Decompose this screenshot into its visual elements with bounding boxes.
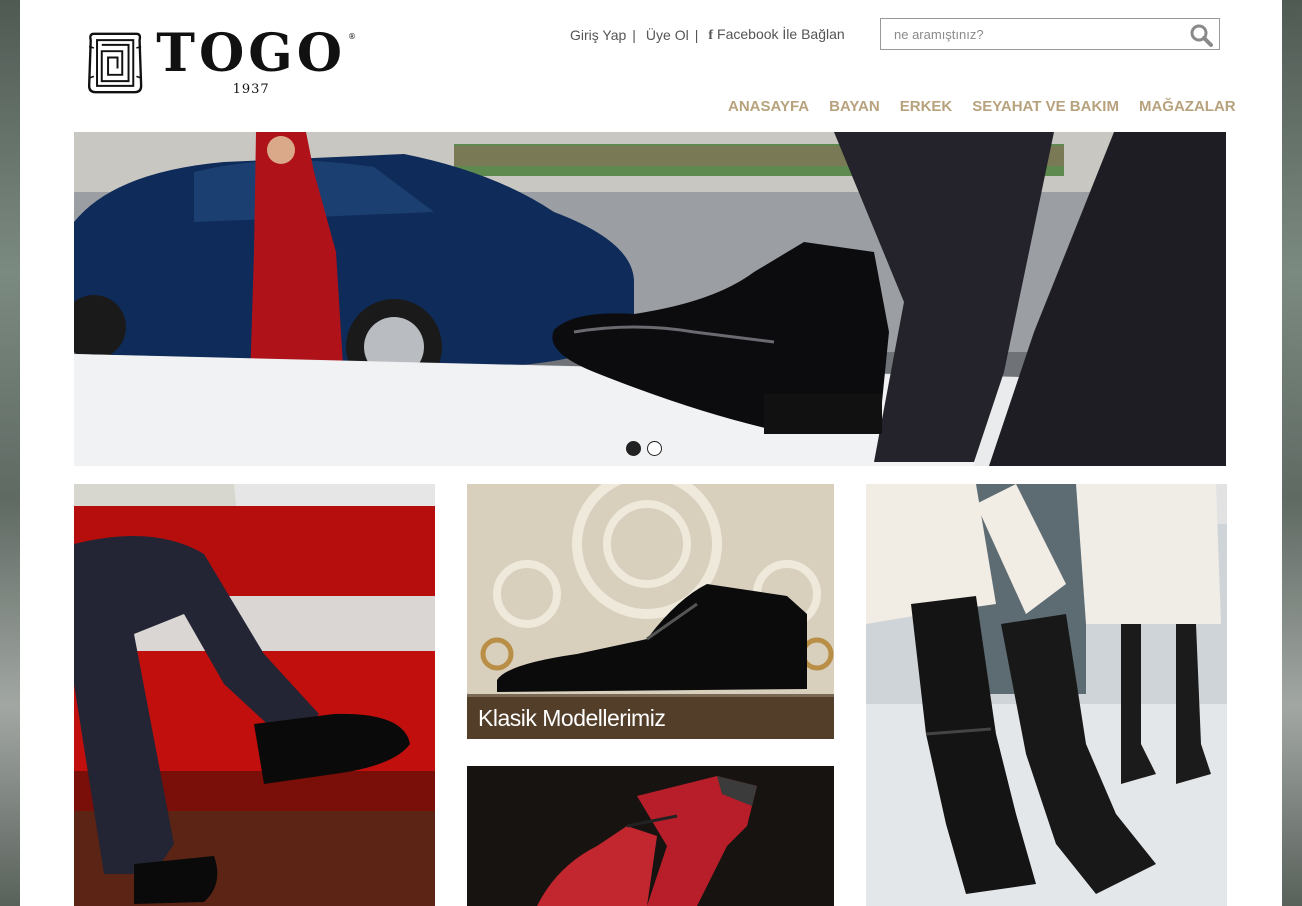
promo-tile-image xyxy=(467,766,834,906)
facebook-connect-link[interactable]: f Facebook İle Bağlan xyxy=(708,26,844,44)
hero-slider[interactable] xyxy=(74,132,1226,466)
search-box xyxy=(880,18,1220,50)
slider-dot-2[interactable] xyxy=(647,441,662,456)
login-link[interactable]: Giriş Yap xyxy=(570,27,626,43)
nav-item-bayan[interactable]: BAYAN xyxy=(829,98,880,115)
promo-tile-caption: Klasik Modellerimiz xyxy=(467,697,834,739)
page-background-left xyxy=(0,0,20,906)
promo-tile-classic-models[interactable]: Klasik Modellerimiz xyxy=(467,484,834,739)
main-nav: ANASAYFA BAYAN ERKEK SEYAHAT VE BAKIM MA… xyxy=(728,98,1256,115)
logo-wordmark: TOGO xyxy=(156,23,346,84)
nav-item-seyahat-ve-bakim[interactable]: SEYAHAT VE BAKIM xyxy=(972,98,1119,115)
logo-emblem-icon xyxy=(87,32,143,94)
facebook-connect-label: Facebook İle Bağlan xyxy=(717,26,845,42)
logo-text: TOGO ® 1937 xyxy=(156,23,356,98)
promo-tile-men-classic[interactable] xyxy=(74,484,435,906)
hero-slide-image xyxy=(74,132,1226,466)
page-background-right xyxy=(1282,0,1302,906)
search-input[interactable] xyxy=(881,19,1184,49)
nav-item-magazalar[interactable]: MAĞAZALAR xyxy=(1139,98,1236,115)
promo-tile-women-heels[interactable] xyxy=(467,766,834,906)
facebook-icon: f xyxy=(708,28,714,43)
slider-dot-1[interactable] xyxy=(626,441,641,456)
signup-link[interactable]: Üye Ol xyxy=(646,27,689,43)
link-separator: | xyxy=(694,27,699,43)
promo-tile-women-boots[interactable] xyxy=(866,484,1227,906)
search-button[interactable] xyxy=(1189,23,1213,47)
page-container: TOGO ® 1937 Giriş Yap | Üye Ol | f Facebo… xyxy=(20,0,1282,906)
nav-item-anasayfa[interactable]: ANASAYFA xyxy=(728,98,809,115)
account-links: Giriş Yap | Üye Ol | f Facebook İle Bağla… xyxy=(570,25,845,45)
registered-mark: ® xyxy=(348,32,356,41)
slider-pagination xyxy=(626,441,668,456)
logo-year: 1937 xyxy=(232,82,270,97)
link-separator: | xyxy=(632,27,636,43)
brand-logo[interactable]: TOGO ® 1937 xyxy=(86,22,356,108)
nav-item-erkek[interactable]: ERKEK xyxy=(900,98,953,115)
promo-tile-image xyxy=(74,484,435,906)
promo-tile-image xyxy=(866,484,1227,906)
search-icon xyxy=(1190,24,1213,47)
